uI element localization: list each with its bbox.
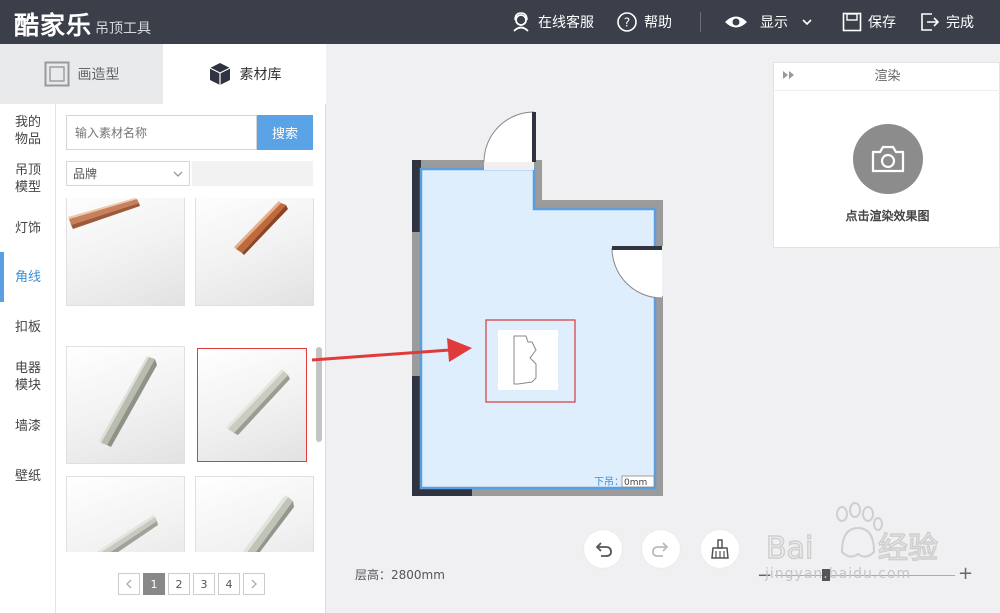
wall-segment-dark — [412, 376, 421, 496]
broom-icon — [709, 538, 731, 560]
undo-button[interactable] — [584, 530, 622, 568]
zoom-slider-handle[interactable] — [822, 569, 830, 581]
camera-icon — [870, 145, 906, 173]
redo-icon — [651, 540, 671, 558]
drop-label: 下吊： — [594, 476, 624, 488]
zoom-in-button[interactable]: + — [958, 563, 973, 584]
render-button-label: 点击渲染效果图 — [845, 209, 930, 223]
wall-segment-dark — [412, 160, 421, 232]
zoom-slider-track[interactable] — [775, 575, 955, 576]
render-camera-button[interactable] — [853, 124, 923, 194]
door-leaf — [532, 112, 536, 162]
render-panel: 渲染 点击渲染效果图 — [773, 62, 1000, 248]
undo-icon — [593, 540, 613, 558]
room-floor[interactable] — [419, 167, 657, 490]
profile-section-outline — [513, 335, 537, 385]
collapse-icon[interactable] — [782, 63, 796, 91]
render-panel-title: 渲染 — [774, 63, 1000, 91]
door-leaf — [612, 246, 662, 250]
zoom-out-button[interactable]: − — [757, 565, 772, 586]
clear-button[interactable] — [701, 530, 739, 568]
drop-value: 0mm — [624, 478, 647, 488]
redo-button[interactable] — [642, 530, 680, 568]
